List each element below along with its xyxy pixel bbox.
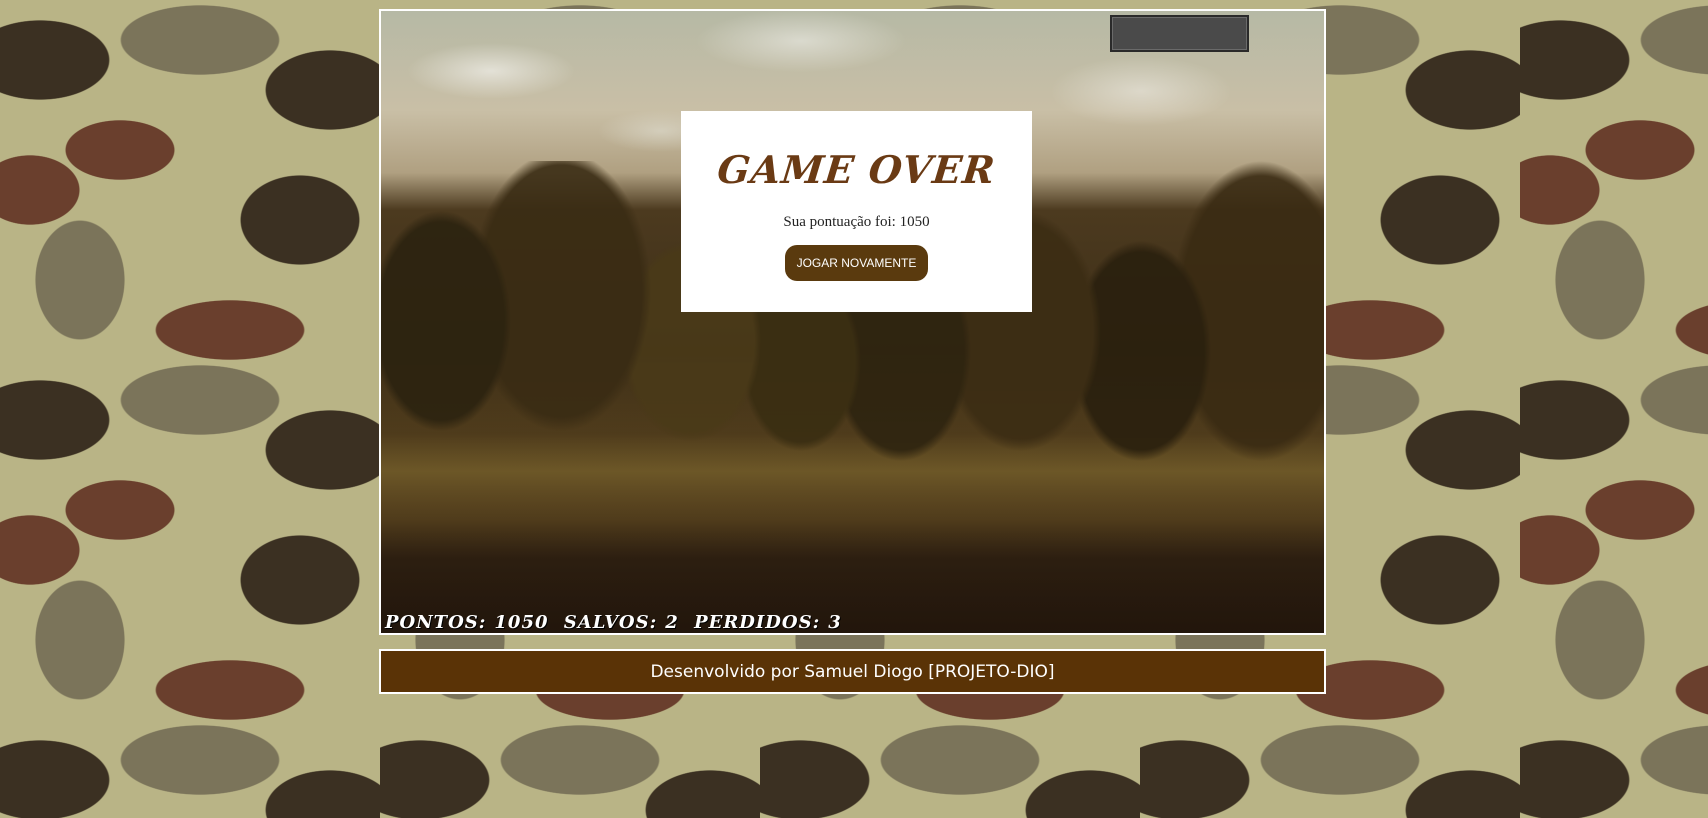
lost-value: 3 xyxy=(828,612,842,633)
helicopter-slot xyxy=(1110,15,1249,52)
play-again-button[interactable]: JOGAR NOVAMENTE xyxy=(784,245,929,281)
points-label: PONTOS: xyxy=(385,612,487,633)
lost-label: PERDIDOS: xyxy=(694,612,821,633)
game-over-title: GAME OVER xyxy=(715,147,998,192)
score-hud: PONTOS: 1050 SALVOS: 2 PERDIDOS: 3 xyxy=(385,612,850,633)
final-score-message: Sua pontuação foi: 1050 xyxy=(783,214,930,230)
points-value: 1050 xyxy=(494,612,549,633)
saved-label: SALVOS: xyxy=(563,612,658,633)
footer-text: Desenvolvido por Samuel Diogo [PROJETO-D… xyxy=(650,661,1055,682)
saved-value: 2 xyxy=(665,612,679,633)
game-area: GAME OVER Sua pontuação foi: 1050 JOGAR … xyxy=(379,9,1326,635)
game-over-panel: GAME OVER Sua pontuação foi: 1050 JOGAR … xyxy=(681,111,1032,312)
footer-credits: Desenvolvido por Samuel Diogo [PROJETO-D… xyxy=(379,649,1326,694)
